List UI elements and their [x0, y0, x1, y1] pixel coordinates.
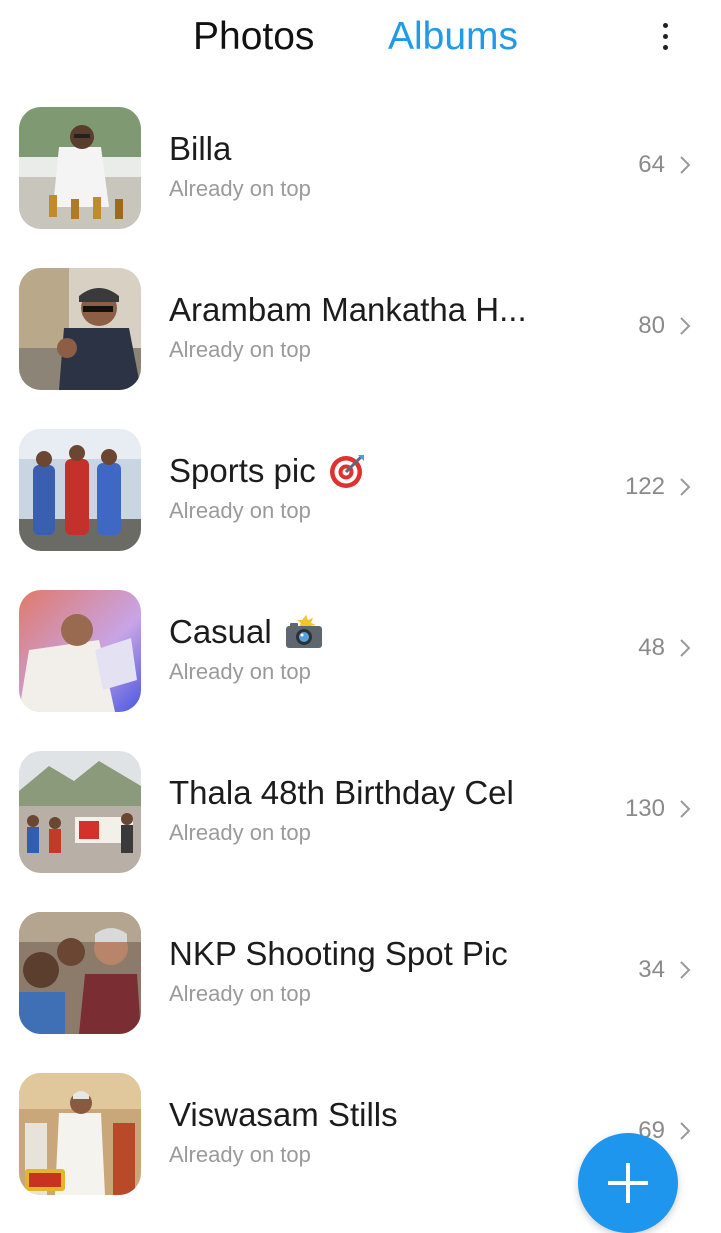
album-title: Billa: [169, 130, 232, 167]
album-count: 64: [638, 151, 665, 178]
chevron-right-icon: [680, 800, 691, 818]
album-row-arambam[interactable]: Arambam Mankatha H... Already on top 80: [0, 241, 721, 402]
album-list: Billa Already on top 64 Arambam Mankatha…: [0, 80, 721, 1207]
album-row-casual[interactable]: Casual Already on top 48: [0, 563, 721, 724]
tab-photos[interactable]: Photos: [193, 14, 314, 60]
add-album-button[interactable]: [578, 1133, 678, 1233]
camera-flash-icon: [284, 614, 324, 650]
album-title: Thala 48th Birthday Cel: [169, 774, 514, 811]
top-bar: Photos Albums: [0, 0, 721, 80]
album-thumbnail: [19, 429, 141, 551]
chevron-right-icon: [680, 639, 691, 657]
album-subtitle: Already on top: [169, 1142, 311, 1167]
tab-albums[interactable]: Albums: [388, 14, 518, 60]
album-count: 80: [638, 312, 665, 339]
album-thumbnail: [19, 1073, 141, 1195]
album-title: Viswasam Stills: [169, 1096, 398, 1133]
album-subtitle: Already on top: [169, 981, 311, 1006]
album-subtitle: Already on top: [169, 337, 311, 362]
album-thumbnail: [19, 590, 141, 712]
album-subtitle: Already on top: [169, 498, 311, 523]
album-title: Arambam Mankatha H...: [169, 291, 527, 328]
album-row-sports-pic[interactable]: Sports pic Already on top 122: [0, 402, 721, 563]
album-subtitle: Already on top: [169, 176, 311, 201]
album-title: Sports pic: [169, 452, 316, 489]
album-row-thala-48th-birthday[interactable]: Thala 48th Birthday Cel Already on top 1…: [0, 724, 721, 885]
chevron-right-icon: [680, 317, 691, 335]
album-thumbnail: [19, 107, 141, 229]
album-count: 48: [638, 634, 665, 661]
album-row-nkp-shooting-spot[interactable]: NKP Shooting Spot Pic Already on top 34: [0, 885, 721, 1046]
album-thumbnail: [19, 912, 141, 1034]
album-row-billa[interactable]: Billa Already on top 64: [0, 80, 721, 241]
target-icon: [328, 452, 366, 490]
album-title: Casual: [169, 613, 272, 650]
album-thumbnail: [19, 268, 141, 390]
chevron-right-icon: [680, 961, 691, 979]
album-thumbnail: [19, 751, 141, 873]
chevron-right-icon: [680, 1122, 691, 1140]
chevron-right-icon: [680, 478, 691, 496]
more-options-icon[interactable]: [648, 16, 682, 56]
album-count: 130: [624, 795, 665, 822]
chevron-right-icon: [680, 156, 691, 174]
album-count: 34: [638, 956, 665, 983]
album-count: 122: [624, 473, 665, 500]
album-title: NKP Shooting Spot Pic: [169, 935, 508, 972]
album-subtitle: Already on top: [169, 820, 311, 845]
album-subtitle: Already on top: [169, 659, 311, 684]
